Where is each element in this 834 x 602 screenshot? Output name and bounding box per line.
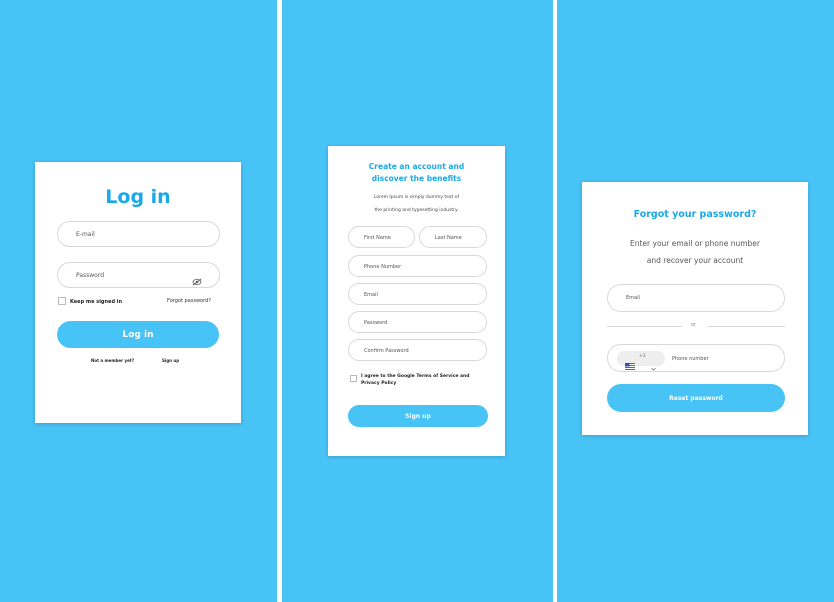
terms-label-line2: Privacy Policy: [361, 381, 397, 386]
eye-off-icon[interactable]: [192, 271, 202, 286]
password-field[interactable]: Password: [348, 311, 487, 333]
not-member-text: Not a member yet?: [91, 358, 135, 363]
login-button[interactable]: Log in: [57, 321, 219, 348]
terms-label-line1: I agree to the Google Terms of Service a…: [361, 374, 470, 379]
signup-title-line1: Create an account and: [368, 162, 465, 171]
forgot-title: Forgot your password?: [633, 209, 757, 220]
forgot-card: Forgot your password? Enter your email o…: [582, 182, 808, 435]
phone-number-field[interactable]: Phone Number: [348, 255, 487, 277]
email-placeholder: Email: [364, 292, 378, 298]
phone-number-field[interactable]: +1 Phone number: [607, 344, 785, 372]
country-selector[interactable]: +1: [617, 351, 665, 371]
sign-up-link[interactable]: Sign up: [162, 358, 179, 363]
email-field[interactable]: Email: [607, 284, 785, 312]
forgot-description-line1: Enter your email or phone number: [629, 239, 760, 248]
confirm-password-placeholder: Confirm Password: [364, 348, 409, 354]
email-field[interactable]: E-mail: [57, 221, 220, 247]
reset-password-button[interactable]: Reset password: [607, 384, 785, 412]
last-name-field[interactable]: Last Name: [419, 226, 487, 248]
login-panel: Log in E-mail Password Keep me signed in…: [0, 0, 277, 602]
password-placeholder: Password: [76, 272, 105, 279]
forgot-description-line2: and recover your account: [646, 256, 744, 265]
forgot-panel: Forgot your password? Enter your email o…: [557, 0, 834, 602]
chevron-down-icon: [651, 356, 656, 371]
keep-signed-in-label: Keep me signed in: [70, 299, 123, 305]
email-placeholder: E-mail: [76, 231, 95, 238]
first-name-field[interactable]: First Name: [348, 226, 415, 248]
last-name-placeholder: Last Name: [435, 235, 462, 241]
sign-up-button[interactable]: Sign up: [348, 405, 488, 427]
signup-panel: Create an account and discover the benef…: [282, 0, 553, 602]
keep-signed-in-checkbox[interactable]: [58, 297, 66, 305]
or-separator: or: [691, 322, 697, 328]
password-field[interactable]: Password: [57, 262, 220, 288]
email-placeholder: Email: [626, 295, 640, 301]
divider-right: [708, 326, 785, 327]
login-card: Log in E-mail Password Keep me signed in…: [35, 162, 241, 423]
us-flag-icon: [625, 355, 635, 370]
signup-description-line1: Lorem Ipsum is simply dummy text of: [373, 195, 460, 200]
page-title: Log in: [105, 186, 171, 208]
country-code: +1: [639, 354, 646, 359]
password-placeholder: Password: [364, 320, 388, 326]
email-field[interactable]: Email: [348, 283, 487, 305]
phone-placeholder: Phone number: [672, 356, 709, 362]
phone-placeholder: Phone Number: [364, 264, 402, 270]
terms-checkbox[interactable]: [350, 375, 357, 382]
forgot-password-link[interactable]: Forgot password?: [167, 298, 211, 304]
first-name-placeholder: First Name: [364, 235, 391, 241]
signup-title-line2: discover the benefits: [371, 174, 462, 183]
signup-card: Create an account and discover the benef…: [328, 146, 505, 456]
divider-left: [607, 326, 682, 327]
confirm-password-field[interactable]: Confirm Password: [348, 339, 487, 361]
signup-description-line2: the printing and typesetting industry.: [374, 208, 459, 213]
